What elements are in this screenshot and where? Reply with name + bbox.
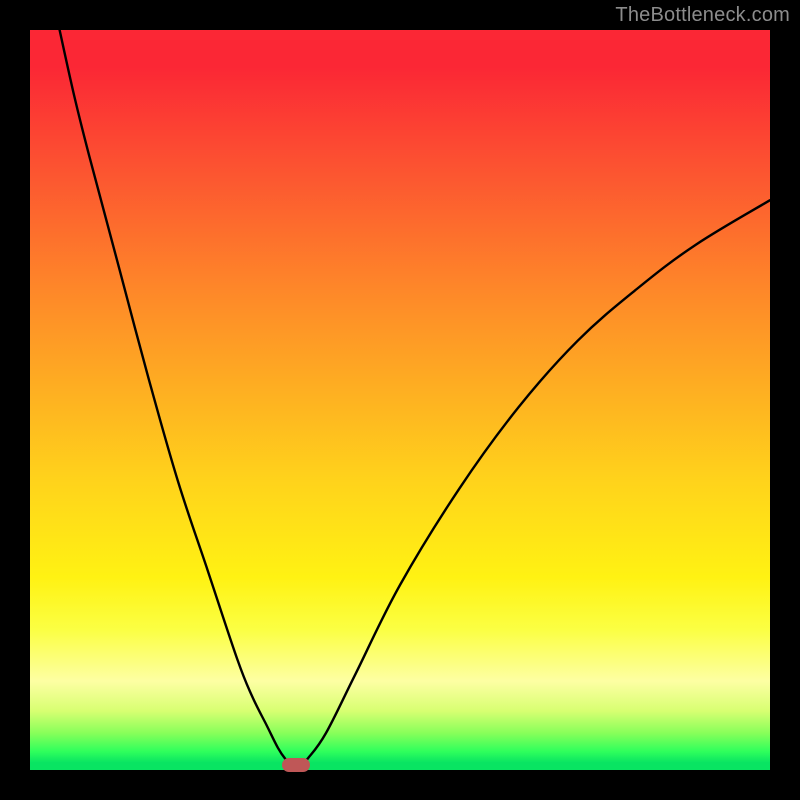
curve-right-branch <box>300 200 770 766</box>
chart-frame: TheBottleneck.com <box>0 0 800 800</box>
plot-area <box>30 30 770 770</box>
bottleneck-curve <box>30 30 770 770</box>
curve-left-branch <box>60 30 293 766</box>
attribution-text: TheBottleneck.com <box>615 4 790 27</box>
vertex-marker <box>282 758 310 772</box>
